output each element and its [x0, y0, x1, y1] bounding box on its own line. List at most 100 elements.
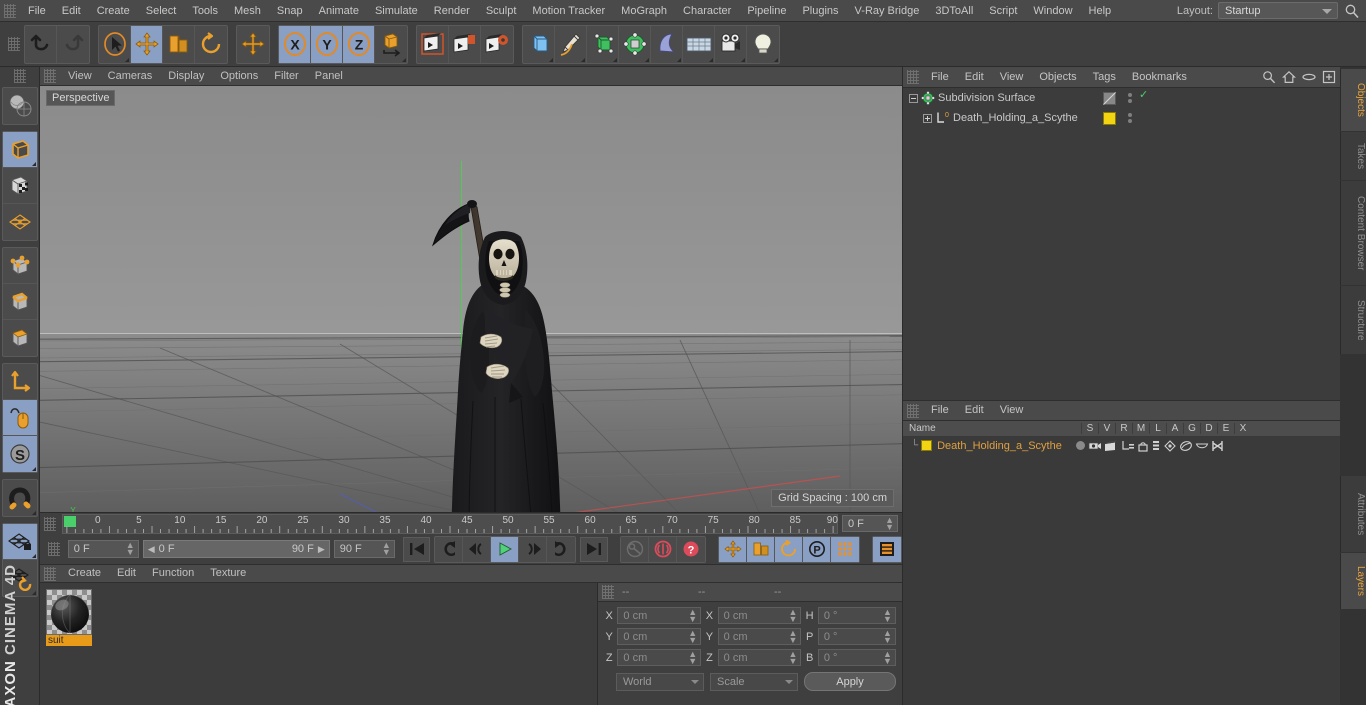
layer-column-d[interactable]: D [1200, 423, 1217, 434]
stepper-icon[interactable]: ▲▼ [382, 542, 391, 556]
menu-item-mograph[interactable]: MoGraph [613, 0, 675, 22]
cube-primitive-icon[interactable] [523, 26, 555, 63]
polygon-grid-mode-icon[interactable] [3, 204, 37, 240]
material-grip[interactable] [44, 567, 56, 581]
stepper-icon[interactable]: ▲▼ [789, 630, 798, 644]
menu-item-help[interactable]: Help [1081, 0, 1120, 22]
viewport-menu-options[interactable]: Options [212, 67, 266, 86]
collapse-toggle-icon[interactable] [909, 94, 918, 103]
tab-attributes[interactable]: Attributes [1340, 476, 1366, 552]
menu-item-render[interactable]: Render [426, 0, 478, 22]
object-manager-grip[interactable] [907, 70, 919, 84]
menu-item-select[interactable]: Select [138, 0, 185, 22]
lock-y-axis-icon[interactable]: Y [311, 26, 343, 63]
timeline-current-frame-field[interactable]: 0 F ▲▼ [842, 515, 898, 532]
layout-dropdown[interactable]: Startup [1218, 2, 1338, 19]
search-icon[interactable] [1262, 70, 1276, 84]
layer-row[interactable]: └ Death_Holding_a_Scythe [903, 437, 1340, 454]
layer-visible-icon[interactable] [1087, 440, 1102, 452]
viewport-menu-display[interactable]: Display [160, 67, 212, 86]
tab-content-browser[interactable]: Content Browser [1340, 181, 1366, 285]
menu-item-plugins[interactable]: Plugins [794, 0, 846, 22]
layer-solo-icon[interactable] [1076, 441, 1085, 450]
layer-column-l[interactable]: L [1149, 423, 1166, 434]
menu-item-tools[interactable]: Tools [184, 0, 226, 22]
layer-column-r[interactable]: R [1115, 423, 1132, 434]
menu-grip[interactable] [4, 4, 16, 18]
world-object-coordinate-icon[interactable] [375, 26, 407, 63]
menu-item-edit[interactable]: Edit [54, 0, 89, 22]
render-settings-icon[interactable] [481, 26, 513, 63]
menu-item-vray-bridge[interactable]: V-Ray Bridge [847, 0, 928, 22]
ellipse-icon[interactable] [1302, 70, 1316, 84]
menu-item-snap[interactable]: Snap [269, 0, 311, 22]
home-icon[interactable] [1282, 70, 1296, 84]
viewport-menu-panel[interactable]: Panel [307, 67, 351, 86]
material-menu-function[interactable]: Function [144, 564, 202, 583]
record-rotation-button[interactable] [775, 537, 803, 562]
step-forward-frame-button[interactable] [519, 537, 547, 562]
layer-render-icon[interactable] [1104, 440, 1119, 452]
coord-field-size-x[interactable]: 0 cm▲▼ [718, 607, 802, 624]
current-frame-field[interactable]: 0 F ▲▼ [68, 540, 139, 558]
stepper-icon[interactable]: ▲▼ [789, 609, 798, 623]
layer-generator-icon[interactable] [1163, 440, 1177, 452]
go-to-start-button[interactable] [403, 537, 431, 562]
camera-icon[interactable] [715, 26, 747, 63]
move-axis-icon[interactable] [237, 26, 269, 63]
menu-item-create[interactable]: Create [89, 0, 138, 22]
record-active-objects-button[interactable] [649, 537, 677, 562]
polygon-mode-icon[interactable] [3, 320, 37, 356]
stepper-icon[interactable]: ▲▼ [789, 651, 798, 665]
record-position-button[interactable] [719, 537, 747, 562]
step-back-keyframe-button[interactable] [435, 537, 463, 562]
object-manager-tree[interactable]: Subdivision Surface ✓ [903, 88, 1340, 400]
play-button[interactable] [491, 537, 519, 562]
object-menu-objects[interactable]: Objects [1031, 67, 1084, 88]
redo-icon[interactable] [57, 26, 89, 63]
go-to-end-button[interactable] [580, 537, 608, 562]
axis-modification-icon[interactable] [3, 364, 37, 400]
max-frame-field[interactable]: 90 F ▲▼ [334, 540, 395, 558]
coordinate-mode-dropdown[interactable]: Scale [710, 673, 798, 691]
viewport-menu-view[interactable]: View [60, 67, 100, 86]
light-icon[interactable] [747, 26, 779, 63]
layer-menu-file[interactable]: File [923, 400, 957, 421]
undo-icon[interactable] [25, 26, 57, 63]
coordinates-grip[interactable] [602, 585, 614, 599]
object-menu-bookmarks[interactable]: Bookmarks [1124, 67, 1195, 88]
environment-icon[interactable] [651, 26, 683, 63]
model-mode-icon[interactable] [3, 132, 37, 168]
menu-item-sculpt[interactable]: Sculpt [478, 0, 525, 22]
scale-tool-icon[interactable] [163, 26, 195, 63]
menu-item-character[interactable]: Character [675, 0, 739, 22]
search-icon[interactable] [1344, 3, 1360, 19]
layer-column-a[interactable]: A [1166, 423, 1183, 434]
tab-structure[interactable]: Structure [1340, 286, 1366, 354]
toolbar-grip[interactable] [8, 37, 20, 51]
character-death-holding-a-scythe[interactable] [425, 191, 595, 512]
object-menu-view[interactable]: View [992, 67, 1032, 88]
material-menu-texture[interactable]: Texture [202, 564, 254, 583]
expand-toggle-icon[interactable] [923, 114, 932, 123]
object-menu-tags[interactable]: Tags [1085, 67, 1124, 88]
record-scale-button[interactable] [747, 537, 775, 562]
render-view-icon[interactable] [417, 26, 449, 63]
spline-pen-icon[interactable] [555, 26, 587, 63]
menu-item-pipeline[interactable]: Pipeline [739, 0, 794, 22]
layer-column-s[interactable]: S [1081, 423, 1098, 434]
timeline-grip[interactable] [44, 517, 56, 531]
layer-expression-icon[interactable] [1195, 440, 1209, 452]
layer-manager-grip[interactable] [907, 404, 919, 418]
range-left-arrow-icon[interactable]: ◀ [148, 544, 155, 555]
texture-mode-icon[interactable] [3, 168, 37, 204]
coord-field-rot-p[interactable]: 0 °▲▼ [818, 628, 896, 645]
fullscreen-icon[interactable] [1322, 70, 1336, 84]
stepper-icon[interactable]: ▲▼ [688, 609, 697, 623]
object-menu-edit[interactable]: Edit [957, 67, 992, 88]
menu-item-window[interactable]: Window [1025, 0, 1080, 22]
object-tag-swatch[interactable] [1097, 108, 1123, 128]
coord-field-pos-x[interactable]: 0 cm▲▼ [617, 607, 701, 624]
viewport-grip[interactable] [44, 69, 56, 83]
magnet-tool-icon[interactable] [3, 480, 37, 516]
